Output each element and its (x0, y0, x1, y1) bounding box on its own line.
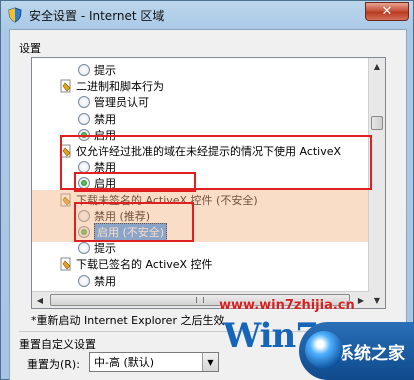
radio-icon[interactable] (78, 209, 90, 222)
setting-label: 提示 (94, 242, 116, 256)
setting-label: 启用 (94, 128, 116, 142)
radio-checked-icon[interactable] (78, 177, 90, 190)
radio-icon[interactable] (78, 96, 90, 109)
setting-option[interactable]: 启用 (78, 175, 116, 191)
radio-checked-icon[interactable] (78, 226, 90, 238)
setting-option[interactable]: 提示 (78, 240, 116, 256)
radio-icon[interactable] (78, 242, 90, 255)
radio-checked-icon[interactable] (78, 128, 90, 141)
setting-label: 禁用 (94, 112, 116, 126)
setting-option[interactable]: 禁用 (78, 273, 116, 289)
setting-label: 禁用 (94, 161, 116, 175)
setting-label: 二进制和脚本行为 (76, 80, 164, 94)
radio-icon[interactable] (78, 161, 90, 174)
settings-category-icon (60, 193, 71, 207)
security-settings-window: 安全设置 - Internet 区域 ✕ 设置 提示 二进制和脚本行为 管理员认可禁… (0, 0, 414, 380)
close-button[interactable]: ✕ (365, 2, 409, 21)
settings-category-icon (60, 144, 71, 158)
chevron-down-icon[interactable]: ▼ (202, 353, 218, 371)
setting-label: 提示 (94, 64, 116, 77)
setting-option[interactable]: 启用 (78, 127, 116, 143)
setting-option[interactable]: 禁用 (78, 111, 116, 127)
reset-section-label: 重置自定义设置 (19, 338, 96, 351)
scroll-left-icon[interactable]: ◀ (32, 292, 48, 308)
setting-option[interactable]: 管理员认可 (78, 94, 149, 110)
horizontal-scrollbar[interactable]: ◀ ▶ (32, 291, 369, 308)
reset-level-value: 中-高 (默认) (94, 356, 155, 369)
setting-category: 下载已签名的 ActiveX 控件 (60, 256, 213, 272)
setting-category: 下载未签名的 ActiveX 控件 (不安全) (60, 192, 258, 208)
restart-footnote: *重新启动 Internet Explorer 之后生效 (31, 314, 225, 327)
setting-label: 仅允许经过批准的域在未经提示的情况下使用 ActiveX (76, 145, 342, 158)
radio-icon[interactable] (78, 112, 90, 125)
setting-option[interactable]: 提示 (78, 62, 116, 78)
setting-option[interactable]: 禁用 (推荐) (78, 208, 150, 224)
vertical-scroll-thumb[interactable] (371, 116, 383, 130)
title-bar[interactable]: 安全设置 - Internet 区域 ✕ (1, 1, 413, 29)
setting-category: 仅允许经过批准的域在未经提示的情况下使用 ActiveX (60, 143, 341, 159)
setting-label: 下载未签名的 ActiveX 控件 (不安全) (76, 193, 258, 207)
settings-category-icon (60, 257, 71, 271)
horizontal-scroll-thumb[interactable] (50, 294, 350, 306)
settings-label: 设置 (19, 42, 41, 55)
scroll-down-icon[interactable]: ▼ (369, 292, 385, 308)
window-title: 安全设置 - Internet 区域 (29, 9, 165, 23)
setting-label: 管理员认可 (94, 96, 149, 110)
setting-option[interactable]: 启用 (不安全) (78, 223, 168, 241)
setting-label: 启用 (94, 177, 116, 191)
vertical-scrollbar[interactable]: ▲ ▼ (368, 58, 385, 308)
setting-label: 禁用 (推荐) (94, 209, 151, 223)
radio-icon[interactable] (78, 64, 90, 76)
setting-option[interactable]: 禁用 (78, 159, 116, 175)
setting-category: 二进制和脚本行为 (60, 78, 164, 94)
reset-level-select[interactable]: 中-高 (默认) ▼ (89, 352, 219, 372)
scroll-right-icon[interactable]: ▶ (353, 292, 369, 308)
setting-label: 启用 (不安全) (94, 223, 168, 241)
radio-icon[interactable] (78, 274, 90, 287)
settings-category-icon (60, 79, 71, 93)
shield-icon (8, 7, 22, 23)
setting-label: 下载已签名的 ActiveX 控件 (76, 258, 213, 272)
reset-to-label: 重置为(R): (27, 358, 80, 371)
scroll-up-icon[interactable]: ▲ (369, 58, 385, 74)
settings-list[interactable]: 提示 二进制和脚本行为 管理员认可 禁用 启用 仅允许经过批准的域在未经提示的情况下使用 … (31, 57, 386, 309)
close-icon: ✕ (381, 4, 393, 19)
divider (19, 331, 399, 332)
setting-label: 禁用 (94, 274, 116, 288)
